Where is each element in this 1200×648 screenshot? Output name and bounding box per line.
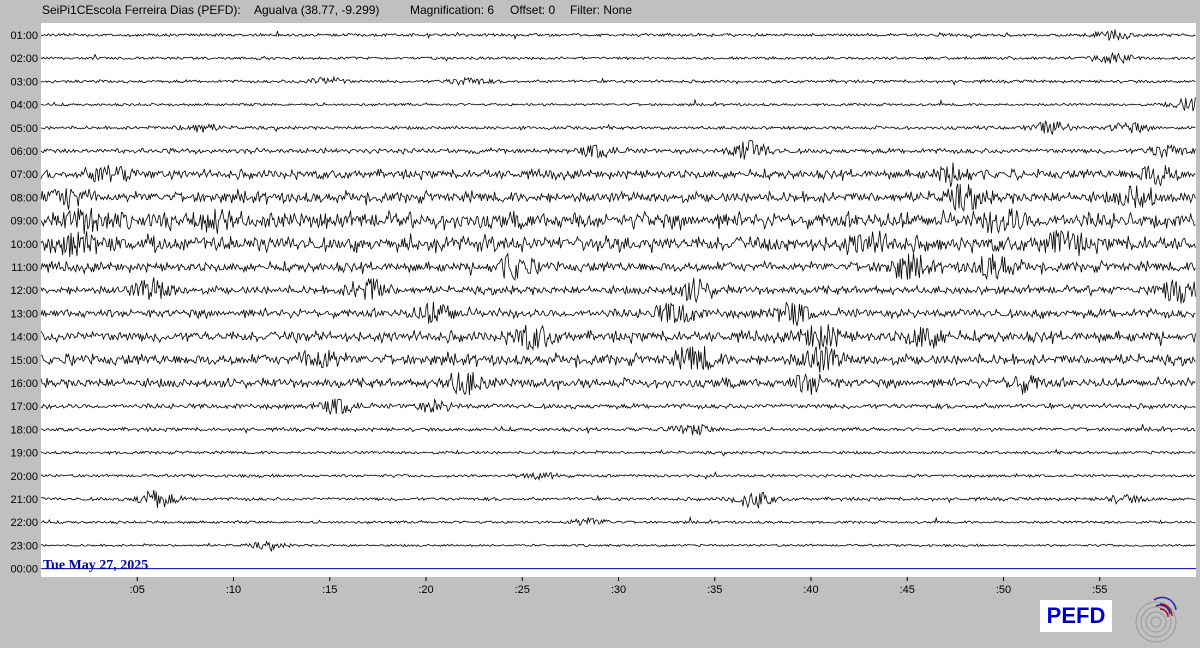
hour-label: 18:00 [10, 424, 38, 436]
hour-label: 16:00 [10, 378, 38, 390]
x-tick-label: :15 [322, 584, 337, 596]
x-tick-label: :10 [226, 584, 241, 596]
hour-label: 06:00 [10, 146, 38, 158]
x-tick-label: :05 [130, 584, 145, 596]
hour-label: 14:00 [10, 332, 38, 344]
hour-label: 09:00 [10, 216, 38, 228]
x-tick-label: :40 [803, 584, 818, 596]
hour-label: 07:00 [10, 169, 38, 181]
date-label: Tue May 27, 2025 [43, 558, 149, 573]
pefd-logo-text: PEFD [1040, 600, 1112, 632]
hour-label: 00:00 [10, 564, 38, 576]
x-tick-label: :50 [996, 584, 1011, 596]
hour-label: 23:00 [10, 540, 38, 552]
x-tick-label: :35 [707, 584, 722, 596]
x-tick-label: :25 [515, 584, 530, 596]
hour-label: 10:00 [10, 239, 38, 251]
hour-label: 02:00 [10, 53, 38, 65]
x-tick-label: :20 [418, 584, 433, 596]
helicorder-chart: 01:00 02:00 03:00 04:00 05:00 06:00 07:00 08:00… [10, 23, 1196, 596]
plot-area [41, 23, 1196, 577]
hour-label: 08:00 [10, 192, 38, 204]
hour-label: 15:00 [10, 355, 38, 367]
x-tick-label: :55 [1092, 584, 1107, 596]
hour-label: 20:00 [10, 471, 38, 483]
hour-label: 13:00 [10, 308, 38, 320]
hour-label: 22:00 [10, 517, 38, 529]
x-tick-label: :45 [900, 584, 915, 596]
hour-label: 11:00 [11, 262, 38, 274]
x-axis-ticks: :05 :10 :15 :20 :25 :30 :35 :40 :45 :50 :55 [130, 577, 1107, 596]
hour-label: 21:00 [10, 494, 38, 506]
hour-label: 03:00 [10, 76, 38, 88]
fingerprint-logo-icon [1135, 596, 1177, 643]
hour-label: 19:00 [10, 448, 38, 460]
hour-label: 17:00 [10, 401, 38, 413]
hour-label: 12:00 [10, 285, 38, 297]
x-tick-label: :30 [611, 584, 626, 596]
hour-label: 05:00 [10, 123, 38, 135]
hour-labels: 01:00 02:00 03:00 04:00 05:00 06:00 07:00 08:00… [10, 30, 38, 576]
hour-label: 01:00 [10, 30, 38, 42]
hour-label: 04:00 [10, 100, 38, 112]
